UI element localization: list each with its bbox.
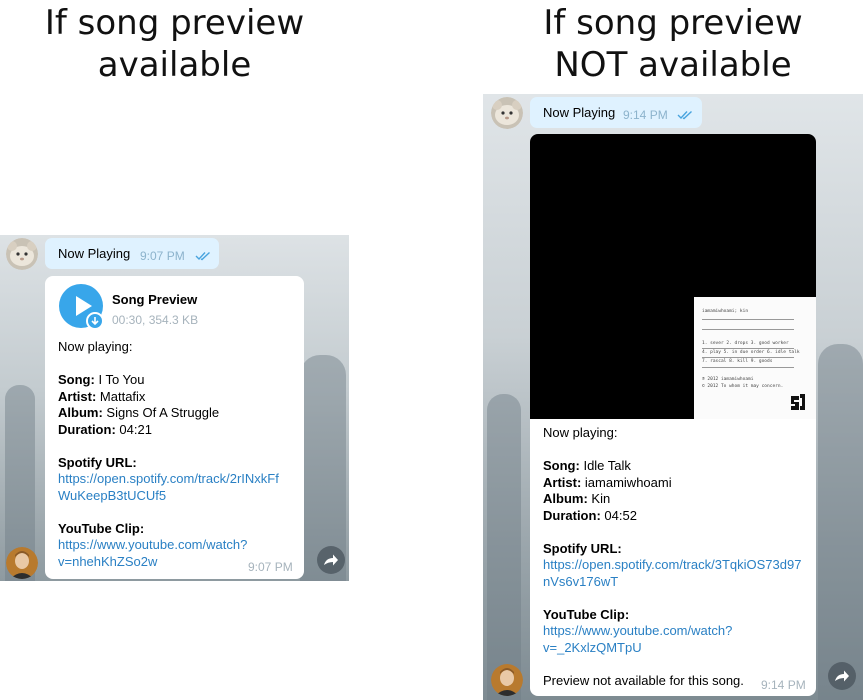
forward-button[interactable] [828, 662, 856, 690]
download-icon [91, 317, 99, 326]
youtube-link-line1[interactable]: https://www.youtube.com/watch? [58, 537, 279, 554]
artist-label: Artist: [543, 474, 582, 490]
cover-divider [702, 367, 794, 368]
album-label: Album: [543, 491, 588, 506]
cover-header-text: iamamiwhoami; kin [702, 309, 749, 314]
audio-title: Song Preview [112, 292, 198, 307]
spotify-label: Spotify URL: [543, 540, 622, 556]
left-chat-panel[interactable]: Now Playing 9:07 PM Song Preview 00:30, … [0, 235, 349, 581]
song-label: Song: [543, 458, 580, 473]
spotify-link-line2[interactable]: nVs6v176wT [543, 574, 801, 591]
cover-divider [702, 319, 794, 320]
youtube-label: YouTube Clip: [58, 520, 145, 536]
cover-copyright-line: ℗ 2012 iamamiwhoami [702, 377, 754, 382]
heading-right-line1: If song preview [543, 3, 803, 43]
song-message-card[interactable]: iamamiwhoami; kin 1. sever 2. drops 3. g… [530, 134, 816, 696]
youtube-link[interactable]: https://www.youtube.com/watch? v=_2KxlzQ… [543, 623, 801, 656]
heading-left: If song preview available [0, 2, 349, 86]
message-time: 9:14 PM [623, 108, 668, 122]
album-value: Kin [591, 491, 611, 506]
double-check-icon [677, 110, 692, 120]
bot-avatar[interactable] [6, 238, 38, 270]
download-badge[interactable] [86, 312, 104, 330]
spotify-link[interactable]: https://open.spotify.com/track/2rINxkFf … [58, 471, 279, 504]
double-check-icon [195, 251, 210, 261]
song-label: Song: [58, 372, 95, 387]
spotify-link-line1[interactable]: https://open.spotify.com/track/3TqkiOS73… [543, 557, 801, 574]
youtube-link-line2[interactable]: v=_2KxlzQMTpU [543, 640, 801, 657]
duration-value: 04:52 [604, 507, 637, 523]
cover-copyright-line: © 2012 To whom it may concern. [702, 384, 784, 389]
album-label: Album: [58, 405, 103, 420]
cover-sheet: iamamiwhoami; kin 1. sever 2. drops 3. g… [694, 297, 816, 419]
heading-left-line1: If song preview [44, 3, 305, 43]
cat-avatar-icon [491, 97, 523, 129]
background-tree [818, 344, 863, 700]
cover-divider [702, 329, 794, 330]
youtube-label: YouTube Clip: [543, 606, 630, 622]
album-value: Signs Of A Struggle [106, 405, 220, 420]
heading-left-line2: available [97, 45, 252, 85]
now-playing-label: Now Playing [543, 105, 616, 120]
cover-divider [702, 357, 794, 358]
person-avatar-icon [491, 664, 523, 696]
forward-icon [835, 670, 849, 682]
now-playing-bubble[interactable]: Now Playing 9:14 PM [530, 97, 702, 128]
cover-tracklist-line: 7. rascal 8. kill 9. goods [702, 359, 773, 364]
now-playing-label: Now Playing [58, 246, 131, 261]
artist-value: iamamiwhoami [584, 474, 672, 490]
song-value: I To You [98, 372, 145, 387]
heading-right: If song preview NOT available [483, 2, 863, 86]
artist-label: Artist: [58, 388, 97, 404]
user-avatar[interactable] [491, 664, 523, 696]
user-avatar[interactable] [6, 547, 38, 579]
duration-value: 04:21 [119, 421, 152, 437]
cover-divider [702, 348, 794, 349]
cover-tracklist-line: 1. sever 2. drops 3. good worker [702, 341, 789, 346]
forward-icon [324, 554, 338, 566]
spotify-label: Spotify URL: [58, 454, 137, 470]
heading-right-line2: NOT available [554, 45, 792, 85]
message-time: 9:14 PM [761, 678, 806, 692]
song-message-card[interactable]: Song Preview 00:30, 354.3 KB Now playing… [45, 276, 304, 579]
artist-value: Mattafix [99, 388, 146, 404]
album-cover[interactable]: iamamiwhoami; kin 1. sever 2. drops 3. g… [530, 134, 816, 419]
spotify-link[interactable]: https://open.spotify.com/track/3TqkiOS73… [543, 557, 801, 590]
forward-button[interactable] [317, 546, 345, 574]
now-playing-bubble[interactable]: Now Playing 9:07 PM [45, 238, 219, 269]
right-chat-panel[interactable]: Now Playing 9:14 PM iamamiwhoami; kin 1.… [483, 94, 863, 700]
background-tree [487, 394, 521, 700]
audio-meta: 00:30, 354.3 KB [112, 313, 199, 327]
intro-text: Now playing: [543, 425, 618, 440]
message-time: 9:07 PM [140, 249, 185, 263]
youtube-link-line1[interactable]: https://www.youtube.com/watch? [543, 623, 801, 640]
intro-text: Now playing: [58, 339, 133, 354]
message-time: 9:07 PM [248, 560, 293, 574]
cat-avatar-icon [6, 238, 38, 270]
person-avatar-icon [6, 547, 38, 579]
spotify-link-line2[interactable]: WuKeepB3tUCUf5 [58, 488, 279, 505]
youtube-link[interactable]: https://www.youtube.com/watch? v=nhehKhZ… [58, 537, 279, 570]
youtube-link-line2[interactable]: v=nhehKhZSo2w [58, 554, 279, 571]
label-logo-icon [791, 394, 805, 410]
message-body: Now playing: Song: Idle Talk Artist: iam… [543, 425, 801, 689]
cover-tracklist-line: 4. play 5. in due order 6. idle talk [702, 350, 800, 355]
song-value: Idle Talk [583, 458, 631, 473]
bot-avatar[interactable] [491, 97, 523, 129]
duration-label: Duration: [58, 421, 116, 437]
duration-label: Duration: [543, 507, 601, 523]
message-body: Now playing: Song: I To You Artist: Matt… [58, 339, 279, 570]
spotify-link-line1[interactable]: https://open.spotify.com/track/2rINxkFf [58, 471, 279, 488]
